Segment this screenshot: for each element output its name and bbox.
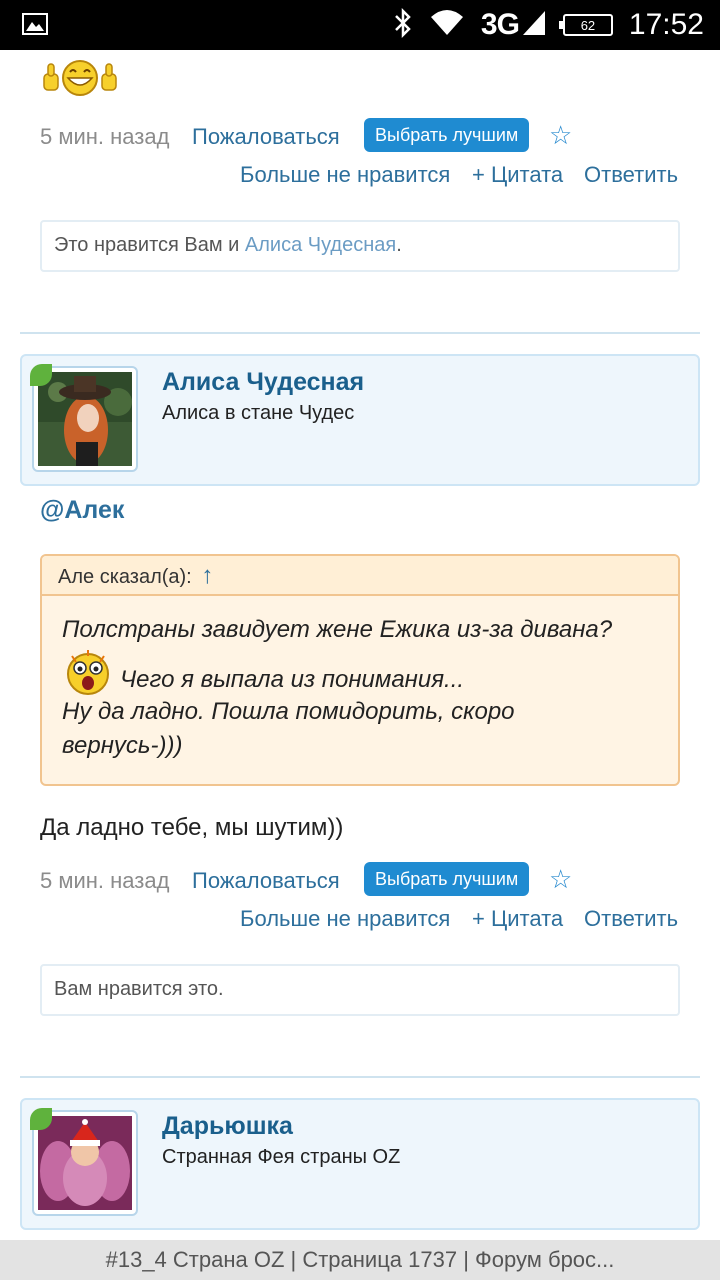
select-best-button[interactable]: Выбрать лучшим	[364, 862, 530, 896]
status-bar: 3G 62 17:52	[0, 0, 720, 50]
likes-box: Это нравится Вам и Алиса Чудесная.	[40, 220, 680, 272]
quote-line: Полстраны завидует жене Ежика из-за дива…	[62, 616, 613, 643]
likes-text: Вам нравится это.	[54, 978, 224, 1000]
jump-to-quote-icon[interactable]: ↑	[201, 562, 213, 589]
quote-line: вернусь-)))	[62, 732, 183, 759]
wifi-icon	[429, 9, 465, 42]
bluetooth-icon	[393, 7, 413, 43]
shocked-emoji-icon	[64, 648, 112, 701]
likes-suffix: .	[396, 234, 402, 256]
likes-box: Вам нравится это.	[40, 964, 680, 1016]
author-name[interactable]: Алиса Чудесная	[162, 368, 364, 397]
battery-icon: 62	[558, 14, 613, 36]
thumbs-up-smiley-icon	[42, 58, 118, 103]
network-type: 3G	[480, 8, 520, 41]
favorite-star-icon[interactable]: ☆	[549, 120, 572, 151]
select-best-button[interactable]: Выбрать лучшим	[364, 118, 530, 152]
post-separator	[20, 332, 700, 334]
page-title-bar: #13_4 Страна OZ | Страница 1737 | Форум …	[0, 1240, 720, 1280]
image-icon	[22, 13, 48, 40]
author-name[interactable]: Дарьюшка	[162, 1112, 293, 1141]
report-link[interactable]: Пожаловаться	[192, 124, 340, 150]
post-separator	[20, 1076, 700, 1078]
post-time: 5 мин. назад	[40, 124, 170, 149]
mention-link[interactable]: @Алек	[40, 496, 124, 525]
favorite-star-icon[interactable]: ☆	[549, 864, 572, 895]
quote-line: Чего я выпала из понимания...	[120, 666, 465, 693]
signal-icon	[521, 9, 547, 42]
clock: 17:52	[628, 8, 704, 41]
likes-prefix: Это нравится Вам и	[54, 234, 245, 256]
report-link[interactable]: Пожаловаться	[192, 868, 340, 894]
author-subtitle: Странная Фея страны OZ	[162, 1146, 401, 1168]
liker-name-link[interactable]: Алиса Чудесная	[245, 234, 396, 256]
author-subtitle: Алиса в стане Чудес	[162, 402, 355, 424]
quote-link[interactable]: + Цитата	[472, 162, 563, 188]
reply-link[interactable]: Ответить	[584, 162, 678, 188]
unlike-link[interactable]: Больше не нравится	[240, 162, 450, 188]
post-time: 5 мин. назад	[40, 868, 170, 893]
reply-link[interactable]: Ответить	[584, 906, 678, 932]
battery-level: 62	[580, 17, 596, 33]
unlike-link[interactable]: Больше не нравится	[240, 906, 450, 932]
forum-content[interactable]: 5 мин. назад Пожаловаться Выбрать лучшим…	[0, 50, 720, 1240]
post-body: Да ладно тебе, мы шутим))	[40, 814, 344, 841]
quote-header: Але сказал(а): ↑	[42, 556, 678, 596]
quote-author: Але сказал(а):	[58, 566, 192, 588]
quote-line: Ну да ладно. Пошла помидорить, скоро	[62, 698, 515, 725]
quote-link[interactable]: + Цитата	[472, 906, 563, 932]
